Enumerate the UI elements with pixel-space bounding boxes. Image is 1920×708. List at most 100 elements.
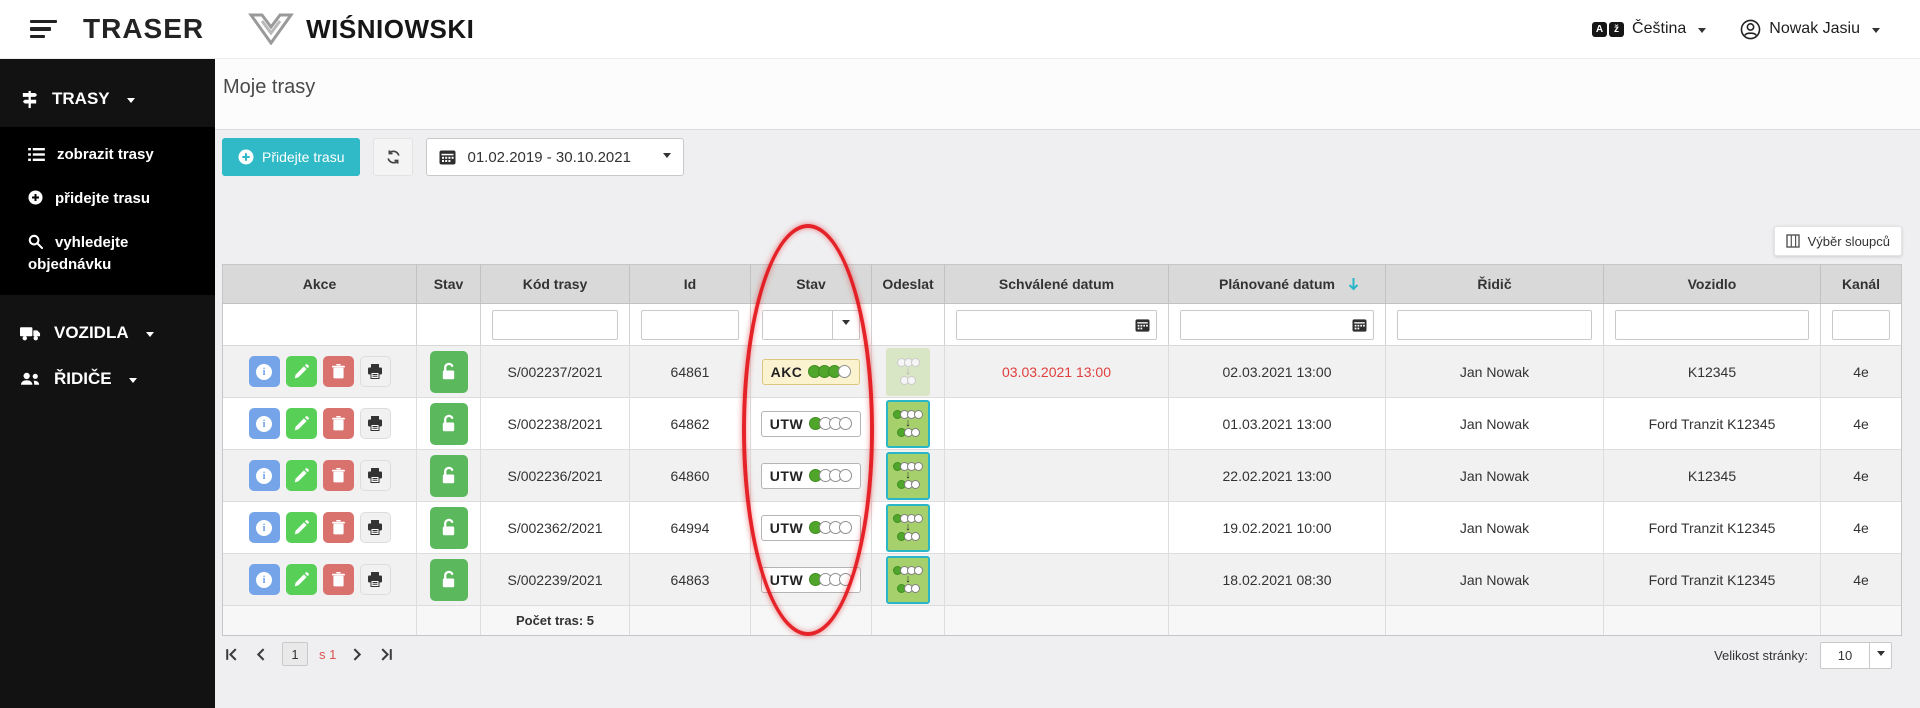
edit-button[interactable] <box>285 408 317 439</box>
info-button[interactable]: i <box>248 512 280 543</box>
column-header-planovane-datum[interactable]: Plánované datum <box>1169 265 1386 303</box>
unlock-button[interactable] <box>429 454 468 497</box>
edit-button[interactable] <box>285 564 317 595</box>
unlock-button[interactable] <box>429 402 468 445</box>
print-button[interactable] <box>359 512 391 543</box>
status-cell: UTW <box>751 502 872 553</box>
status-label: UTW <box>769 415 804 432</box>
actions-cell: i <box>223 502 417 553</box>
info-button[interactable]: i <box>248 356 280 387</box>
unlock-button[interactable] <box>429 506 468 549</box>
sidebar-item-label: vyhledejte objednávku <box>28 234 129 273</box>
column-header-stav[interactable]: Stav <box>751 265 872 303</box>
table-row: i S/002236/2021 64860 UTW ↓ 22.02.2021 1… <box>223 450 1901 502</box>
actions-cell: i <box>223 450 417 501</box>
info-button[interactable]: i <box>248 408 280 439</box>
filter-date-planovane[interactable] <box>1180 309 1374 340</box>
filter-date-schvalene[interactable] <box>956 309 1157 340</box>
approved-date <box>945 502 1169 553</box>
calendar-button[interactable] <box>1129 311 1156 339</box>
send-cell: ↓ <box>872 502 945 553</box>
info-button[interactable]: i <box>248 460 280 491</box>
trash-icon <box>331 416 345 431</box>
unlock-icon <box>442 466 455 484</box>
refresh-button[interactable] <box>373 138 414 176</box>
dropdown-button[interactable] <box>832 310 859 339</box>
delete-button[interactable] <box>322 564 354 595</box>
main-content: Přidejte trasu 01.02.2019 - 30.10.2021 V… <box>215 130 1920 708</box>
columns-icon <box>1785 234 1800 248</box>
edit-button[interactable] <box>285 460 317 491</box>
column-header-schvalene-datum[interactable]: Schválené datum <box>945 265 1169 303</box>
delete-button[interactable] <box>322 460 354 491</box>
user-menu[interactable]: Nowak Jasiu <box>1740 19 1880 40</box>
language-menu[interactable]: Až Čeština <box>1592 20 1707 38</box>
sidebar-item-trasy[interactable]: TRASY <box>0 89 215 109</box>
app-title: TRASER <box>83 13 205 44</box>
filter-select-stav-value[interactable] <box>763 310 832 339</box>
calendar-button[interactable] <box>1346 311 1373 339</box>
sidebar-item-pridejte-trasu[interactable]: přidejte trasu <box>28 189 205 211</box>
unlock-icon <box>442 362 455 380</box>
sidebar-item-vozidla[interactable]: VOZIDLA <box>0 323 215 343</box>
delete-button[interactable] <box>322 512 354 543</box>
filter-input-id[interactable] <box>641 309 739 340</box>
send-button[interactable]: ↓ <box>886 503 930 552</box>
sidebar-item-vyhledejte-objednavku[interactable]: vyhledejte objednávku <box>28 233 205 275</box>
date-range-picker[interactable]: 01.02.2019 - 30.10.2021 <box>426 138 685 176</box>
current-page-indicator[interactable]: 1 <box>282 642 308 666</box>
column-header-id[interactable]: Id <box>630 265 751 303</box>
delete-button[interactable] <box>322 408 354 439</box>
print-button[interactable] <box>359 460 391 491</box>
send-button[interactable]: ↓ <box>886 555 930 604</box>
column-header-kod-trasy[interactable]: Kód trasy <box>481 265 630 303</box>
send-button[interactable]: ↓ <box>886 399 930 448</box>
delete-button[interactable] <box>322 356 354 387</box>
unlock-button[interactable] <box>429 350 468 393</box>
last-page-button[interactable] <box>377 645 396 664</box>
filter-input-kod-trasy[interactable] <box>492 309 618 340</box>
print-button[interactable] <box>359 408 391 439</box>
print-button[interactable] <box>359 356 391 387</box>
next-page-button[interactable] <box>347 645 366 664</box>
trash-icon <box>331 364 345 379</box>
unlock-icon <box>442 414 455 432</box>
routes-table: Akce Stav Kód trasy Id Stav Odeslat Schv… <box>222 264 1902 636</box>
edit-button[interactable] <box>285 356 317 387</box>
route-id: 64862 <box>630 398 751 449</box>
sidebar-item-zobrazit-trasy[interactable]: zobrazit trasy <box>28 145 205 167</box>
filter-cell-akce <box>223 304 417 345</box>
filter-input-vozidlo[interactable] <box>1615 309 1809 340</box>
add-route-button[interactable]: Přidejte trasu <box>222 138 361 176</box>
sidebar-item-ridice[interactable]: ŘIDIČE <box>0 369 215 389</box>
column-header-vozidlo[interactable]: Vozidlo <box>1604 265 1821 303</box>
column-header-ridic[interactable]: Řidič <box>1386 265 1604 303</box>
brand-logo: WIŚNIOWSKI <box>248 13 474 45</box>
filter-input-kanal[interactable] <box>1832 309 1890 340</box>
send-button[interactable]: ↓ <box>886 451 930 500</box>
send-button[interactable]: ↓ <box>886 347 930 396</box>
previous-page-button[interactable] <box>252 645 271 664</box>
printer-icon <box>368 416 382 431</box>
status-cell: UTW <box>751 398 872 449</box>
page-size-select[interactable]: 10 <box>1820 642 1892 669</box>
filter-date-planovane-input[interactable] <box>1181 310 1346 339</box>
info-button[interactable]: i <box>248 564 280 595</box>
dropdown-button[interactable] <box>1869 643 1891 668</box>
column-picker-button[interactable]: Výběr sloupců <box>1773 226 1902 256</box>
print-button[interactable] <box>359 564 391 595</box>
edit-button[interactable] <box>285 512 317 543</box>
truck-icon <box>20 327 41 341</box>
column-header-stav-lock[interactable]: Stav <box>417 265 481 303</box>
filter-input-ridic[interactable] <box>1397 309 1592 340</box>
chevron-down-icon <box>1876 651 1885 660</box>
first-page-button[interactable] <box>222 645 241 664</box>
filter-select-stav[interactable] <box>762 309 860 340</box>
column-header-kanal[interactable]: Kanál <box>1821 265 1901 303</box>
unlock-button[interactable] <box>429 558 468 601</box>
lock-cell <box>417 398 481 449</box>
menu-toggle-icon[interactable] <box>30 20 57 38</box>
wisniowski-logo-icon <box>248 13 295 45</box>
filter-date-schvalene-input[interactable] <box>957 310 1129 339</box>
channel-value: 4e <box>1821 346 1901 397</box>
